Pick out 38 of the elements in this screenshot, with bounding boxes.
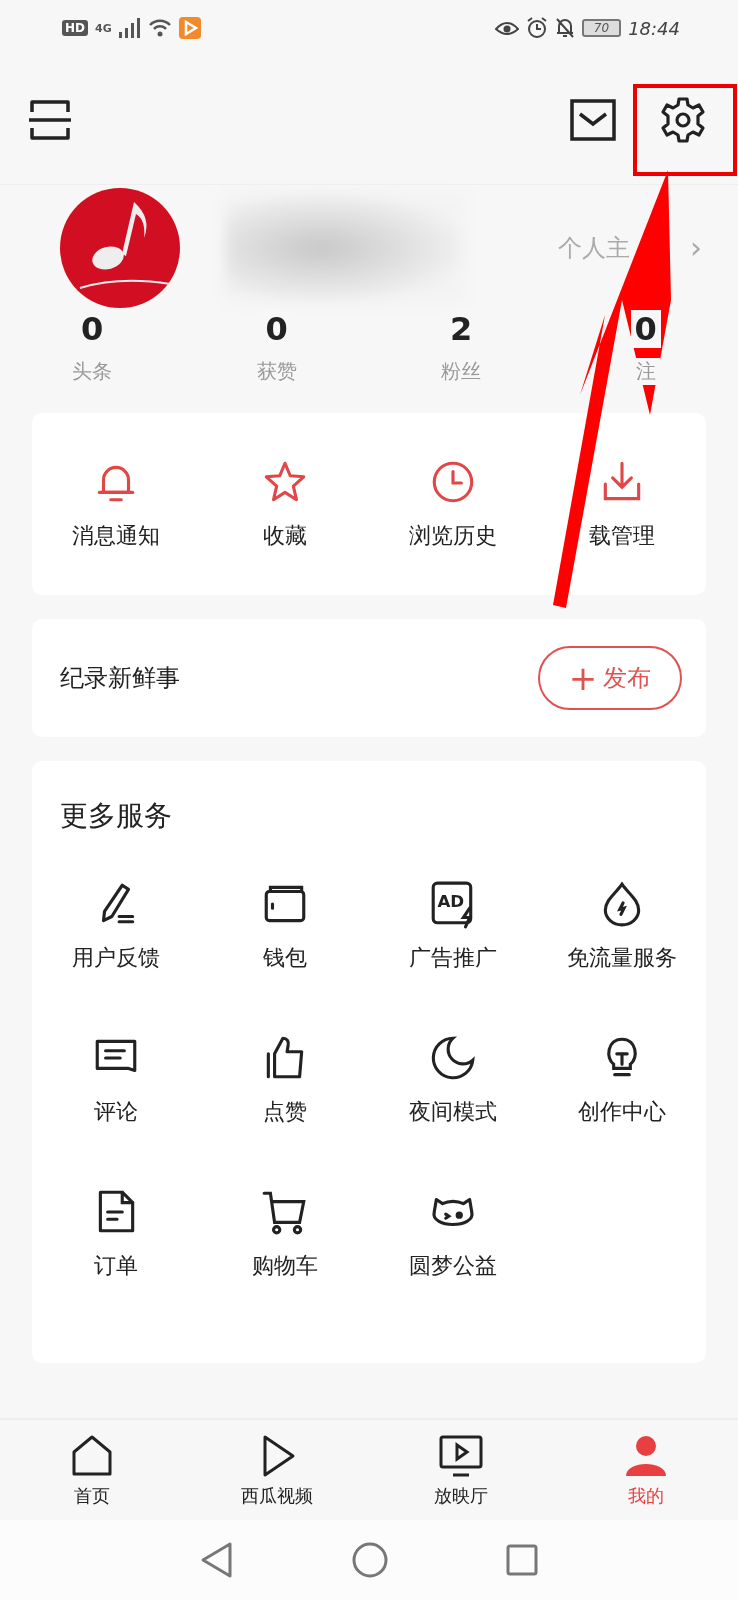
service-label[interactable]: 夜间模式 (409, 1097, 498, 1127)
service-label[interactable]: 圆梦公益 (409, 1251, 498, 1281)
action-label[interactable]: 收藏 (262, 521, 307, 551)
battery-indicator: 70 (581, 19, 622, 37)
service-label[interactable]: 购物车 (251, 1251, 318, 1281)
home-circle-icon[interactable] (352, 1542, 388, 1578)
section-title: 更多服务 (59, 798, 173, 834)
service-label[interactable]: 点赞 (262, 1097, 307, 1127)
nav-tab[interactable]: 我的 (553, 1420, 738, 1520)
post-prompt: 纪录新鲜事 (60, 663, 180, 694)
service-label[interactable]: 订单 (94, 1251, 139, 1281)
service-label[interactable]: 广告推广 (409, 943, 498, 973)
recents-icon[interactable] (506, 1544, 538, 1576)
back-icon[interactable] (200, 1541, 234, 1579)
scan-icon[interactable] (28, 98, 72, 142)
nav-tab[interactable]: 放映厅 (369, 1420, 554, 1520)
alarm-icon (525, 17, 548, 39)
network-type: 4G (95, 21, 112, 35)
hd-indicator: HD (62, 20, 88, 36)
service-label[interactable]: 用户反馈 (72, 943, 161, 973)
nav-tab[interactable]: 首页 (0, 1420, 185, 1520)
eye-icon (494, 19, 519, 37)
service-label[interactable]: 创作中心 (577, 1097, 666, 1127)
action-label[interactable]: 浏览历史 (409, 521, 498, 551)
action-label[interactable]: 载管理 (588, 521, 655, 551)
action-label[interactable]: 消息通知 (72, 521, 161, 551)
signal-icon (118, 18, 141, 38)
clock-time: 18:44 (628, 17, 680, 39)
muted-bell-icon (554, 17, 575, 39)
nav-tab[interactable]: 西瓜视频 (184, 1420, 369, 1520)
publish-button[interactable]: + 发布 (538, 646, 682, 710)
service-label[interactable]: 评论 (94, 1097, 139, 1127)
service-label[interactable]: 免流量服务 (566, 943, 677, 973)
mail-icon[interactable] (570, 99, 616, 141)
service-label[interactable]: 钱包 (262, 943, 307, 973)
wifi-icon (147, 18, 172, 38)
app-notification-icon (178, 17, 201, 39)
stat-value: 0 (630, 310, 661, 348)
